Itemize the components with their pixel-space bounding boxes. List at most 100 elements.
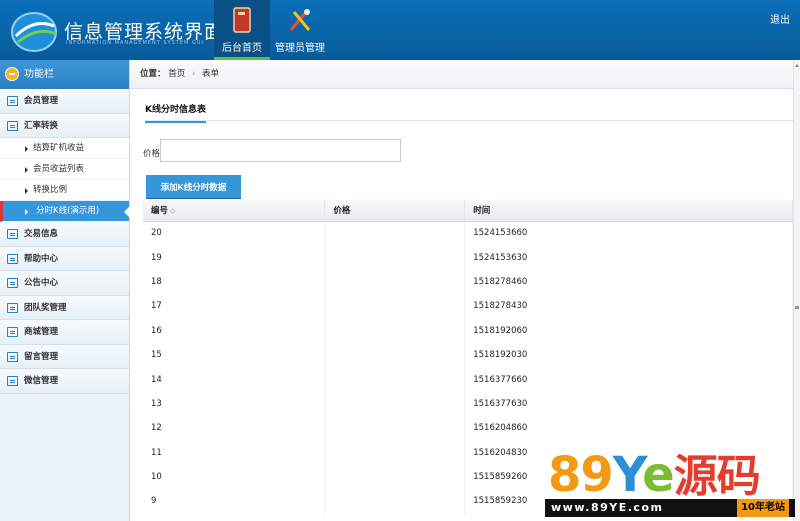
sidebar-item-notices[interactable]: 公告中心 <box>0 271 129 296</box>
table-row: 13 1516377630 <box>143 391 793 417</box>
list-icon <box>7 327 18 337</box>
add-kline-button[interactable]: 添加K线分时数据 <box>146 175 241 199</box>
sidebar-item-label: 帮助中心 <box>24 253 59 264</box>
sidebar-item-team-bonus[interactable]: 团队奖管理 <box>0 295 129 320</box>
table-row: 20 1524153660 <box>143 221 793 246</box>
list-icon <box>7 229 18 239</box>
cell-price <box>324 391 466 417</box>
sidebar: 功能栏 会员管理 汇率转换 结算矿机收益 会员收益列表 转换比例 分时K线(演示… <box>0 60 130 521</box>
column-header-id[interactable]: 编号 ◇ <box>143 200 326 222</box>
watermark-text-source: 源码 <box>673 451 761 502</box>
cell-price <box>324 318 466 343</box>
cell-time: 1524153630 <box>464 245 793 270</box>
cell-time: 1516204860 <box>464 416 793 441</box>
sidebar-item-label: 会员管理 <box>24 96 59 106</box>
sidebar-subitem-conversion-ratio[interactable]: 转换比例 <box>0 180 129 201</box>
chat-icon <box>7 376 18 386</box>
section-divider <box>145 120 793 121</box>
scrollbar-thumb[interactable] <box>795 306 799 309</box>
cell-time: 1516377630 <box>464 391 793 417</box>
cell-id: 18 <box>143 269 326 295</box>
price-label: 价格 <box>143 149 161 159</box>
edit-icon <box>7 120 18 131</box>
sort-icon[interactable]: ◇ <box>170 207 175 215</box>
cell-id: 12 <box>143 416 326 441</box>
nav-home[interactable]: 后台首页 <box>214 0 270 60</box>
cell-price <box>324 416 466 441</box>
cell-id: 19 <box>143 245 326 270</box>
sidebar-subitem-member-earnings[interactable]: 会员收益列表 <box>0 159 129 180</box>
sidebar-item-label: 商城管理 <box>24 327 59 337</box>
nav-admin-label: 管理员管理 <box>275 43 325 54</box>
sidebar-item-messages[interactable]: 留言管理 <box>0 344 129 369</box>
list-icon <box>7 302 18 313</box>
breadcrumb-home[interactable]: 首页 <box>168 69 185 79</box>
sidebar-subitem-label: 结算矿机收益 <box>33 143 85 153</box>
sidebar-item-label: 微信管理 <box>24 376 59 386</box>
cell-id: 13 <box>143 391 326 417</box>
price-input[interactable] <box>160 139 401 162</box>
sidebar-item-help[interactable]: 帮助中心 <box>0 246 129 271</box>
nav-home-label: 后台首页 <box>222 43 262 54</box>
cell-time: 1518278430 <box>464 294 793 319</box>
watermark-tag: 10年老站 <box>737 499 789 517</box>
logout-link[interactable]: 退出 <box>770 11 790 26</box>
cell-time: 1518192060 <box>464 318 793 343</box>
sidebar-subitem-label: 会员收益列表 <box>33 164 85 174</box>
cell-time: 1516377660 <box>464 367 793 392</box>
watermark: 89Ye源码 www.89YE.com 10年老站 <box>545 450 795 518</box>
sidebar-item-label: 公告中心 <box>24 278 59 288</box>
nav-admin[interactable]: 管理员管理 <box>272 0 328 60</box>
edit-icon <box>7 351 18 362</box>
cell-price <box>324 221 466 246</box>
edit-icon <box>7 278 18 288</box>
caret-right-icon <box>25 146 28 152</box>
cell-id: 16 <box>143 318 326 343</box>
app-subtitle: INFORMATION MANAGEMENT SYSTEM GUI <box>66 40 204 46</box>
cell-price <box>324 294 466 319</box>
watermark-url: www.89YE.com <box>551 501 664 514</box>
table-row: 19 1524153630 <box>143 245 793 270</box>
edit-icon <box>7 253 18 264</box>
sidebar-header: 功能栏 <box>0 60 129 89</box>
table-row: 16 1518192060 <box>143 318 793 343</box>
cell-price <box>324 269 466 295</box>
breadcrumb-current: 表单 <box>202 69 220 79</box>
minus-circle-icon[interactable] <box>5 67 19 81</box>
breadcrumb-label: 位置： <box>140 69 166 79</box>
top-header: 信息管理系统界面 INFORMATION MANAGEMENT SYSTEM G… <box>0 0 800 60</box>
watermark-text-e: e <box>642 447 675 503</box>
scroll-up-icon[interactable] <box>795 64 799 67</box>
sidebar-subitem-mining-settlement[interactable]: 结算矿机收益 <box>0 138 129 159</box>
sidebar-item-label: 汇率转换 <box>24 120 59 131</box>
cell-id: 11 <box>143 440 326 465</box>
caret-right-icon <box>25 167 28 173</box>
cell-time: 1524153660 <box>464 221 793 246</box>
tools-icon <box>289 9 311 31</box>
cell-id: 20 <box>143 221 326 246</box>
cell-id: 15 <box>143 342 326 368</box>
sidebar-item-shop[interactable]: 商城管理 <box>0 320 129 345</box>
cell-time: 1518278460 <box>464 269 793 295</box>
sidebar-subitem-kline[interactable]: 分时K线(演示用) <box>0 201 130 222</box>
sidebar-item-wechat[interactable]: 微信管理 <box>0 369 129 394</box>
column-header-time: 时间 <box>464 200 793 222</box>
table-row: 15 1518192030 <box>143 342 793 368</box>
table-row: 18 1518278460 <box>143 269 793 295</box>
table-row: 14 1516377660 <box>143 367 793 392</box>
book-icon <box>233 7 251 33</box>
sidebar-item-trades[interactable]: 交易信息 <box>0 222 129 247</box>
cell-price <box>324 245 466 270</box>
sidebar-item-members[interactable]: 会员管理 <box>0 89 129 114</box>
table-row: 17 1518278430 <box>143 294 793 319</box>
sidebar-item-label: 交易信息 <box>24 229 59 239</box>
sidebar-item-exchange[interactable]: 汇率转换 <box>0 113 129 138</box>
sidebar-header-label: 功能栏 <box>24 69 54 80</box>
sidebar-item-label: 留言管理 <box>24 351 59 362</box>
cell-price <box>324 440 466 465</box>
cell-price <box>324 489 466 514</box>
breadcrumb-separator: › <box>191 69 196 79</box>
caret-right-icon <box>25 188 28 194</box>
list-icon <box>7 96 18 106</box>
cell-id: 14 <box>143 367 326 392</box>
